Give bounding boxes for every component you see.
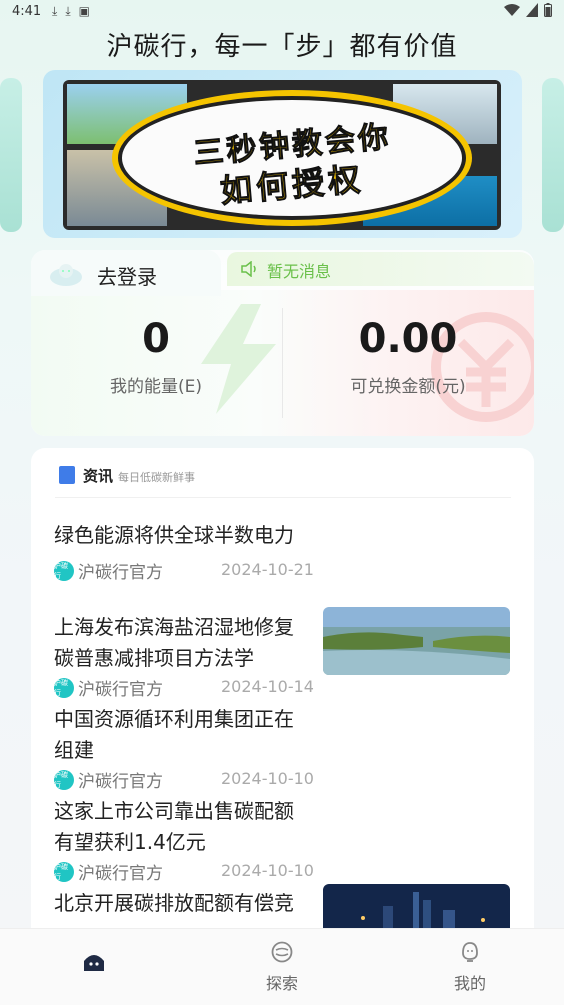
signal-icon bbox=[526, 3, 538, 17]
news-date: 2024-10-10 bbox=[221, 769, 314, 788]
news-thumbnail bbox=[323, 607, 510, 675]
hutanxing-logo-icon: 沪碳行 bbox=[54, 677, 74, 698]
news-source: 沪碳行 沪碳行官方 bbox=[54, 677, 163, 700]
battery-icon bbox=[544, 3, 552, 17]
nav-explore-label: 探索 bbox=[265, 974, 298, 993]
nav-explore[interactable]: 探索 bbox=[242, 941, 322, 994]
profile-icon bbox=[462, 942, 478, 962]
banner-speech-bubble: 三秒钟教会你 如何授权 bbox=[118, 96, 466, 220]
news-date: 2024-10-21 bbox=[221, 560, 314, 579]
news-date: 2024-10-14 bbox=[221, 677, 314, 696]
divider bbox=[282, 308, 283, 418]
home-mascot-icon bbox=[84, 955, 104, 971]
energy-card: 去登录 暂无消息 0 我的能量(E) 0.00 可兑换金额(元) bbox=[31, 250, 534, 436]
nav-mine-label: 我的 bbox=[453, 974, 486, 993]
nav-mine[interactable]: 我的 bbox=[430, 941, 510, 994]
news-title: 这家上市公司靠出售碳配额 有望获利1.4亿元 bbox=[54, 799, 294, 854]
news-source: 沪碳行 沪碳行官方 bbox=[54, 861, 163, 884]
news-card: 资讯 每日低碳新鲜事 绿色能源将供全球半数电力 沪碳行 沪碳行官方 2024-1… bbox=[31, 448, 534, 968]
compass-icon bbox=[271, 941, 293, 963]
login-button[interactable]: 去登录 bbox=[31, 250, 221, 296]
news-title: 绿色能源将供全球半数电力 bbox=[54, 523, 294, 547]
download-icon: ⤓ bbox=[52, 4, 58, 18]
news-thumbnail bbox=[323, 884, 510, 928]
banner-next-peek[interactable] bbox=[542, 78, 564, 232]
page-title: 沪碳行，每一「步」都有价值 bbox=[106, 32, 458, 62]
news-title: 中国资源循环利用集团正在 组建 bbox=[54, 707, 294, 762]
download-icon: ⤓ bbox=[65, 4, 71, 18]
status-bar: 4:41 ⤓ ⤓ ▣ bbox=[0, 0, 564, 24]
news-date: 2024-10-10 bbox=[221, 861, 314, 880]
status-time: 4:41 bbox=[12, 4, 42, 19]
hutanxing-logo-icon: 沪碳行 bbox=[54, 861, 74, 882]
news-source: 沪碳行 沪碳行官方 bbox=[54, 769, 163, 792]
energy-label: 我的能量(E) bbox=[109, 377, 202, 397]
wifi-icon bbox=[504, 4, 520, 16]
divider bbox=[55, 497, 511, 498]
banner-prev-peek[interactable] bbox=[0, 78, 22, 232]
app-notification-icon: ▣ bbox=[78, 4, 90, 18]
bottom-nav: 探索 我的 bbox=[0, 928, 564, 1005]
news-source: 沪碳行 沪碳行官方 bbox=[54, 560, 163, 583]
news-section-title: 资讯 bbox=[83, 467, 114, 485]
document-icon bbox=[59, 466, 75, 484]
speaker-icon bbox=[241, 261, 256, 277]
banner-image: 三秒钟教会你 如何授权 bbox=[63, 80, 501, 230]
hutanxing-logo-icon: 沪碳行 bbox=[54, 769, 74, 790]
news-section-subtitle: 每日低碳新鲜事 bbox=[118, 471, 195, 484]
amount-value[interactable]: 0.00 bbox=[321, 316, 495, 362]
login-label: 去登录 bbox=[97, 265, 157, 289]
nav-home[interactable] bbox=[54, 951, 134, 977]
banner-carousel[interactable]: 三秒钟教会你 如何授权 bbox=[43, 70, 522, 238]
hutanxing-logo-icon: 沪碳行 bbox=[54, 560, 74, 581]
news-title: 北京开展碳排放配额有偿竞 bbox=[54, 891, 294, 915]
notice-bar[interactable]: 暂无消息 bbox=[227, 252, 534, 286]
energy-value[interactable]: 0 bbox=[71, 316, 241, 362]
amount-label: 可兑换金额(元) bbox=[350, 377, 466, 397]
avatar-icon bbox=[50, 264, 82, 286]
news-title: 上海发布滨海盐沼湿地修复 碳普惠减排项目方法学 bbox=[54, 615, 294, 670]
notice-text: 暂无消息 bbox=[267, 262, 332, 281]
